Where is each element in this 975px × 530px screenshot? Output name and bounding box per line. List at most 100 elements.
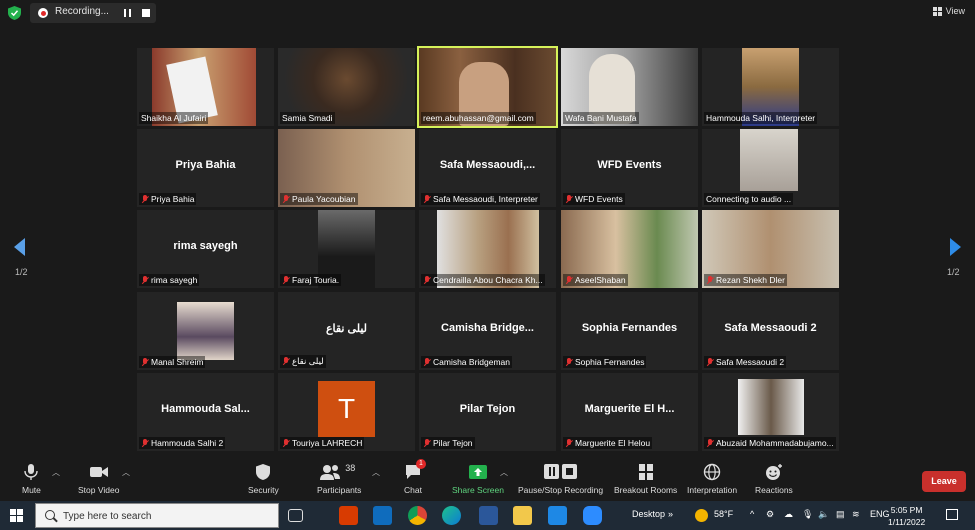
video-tile[interactable]: Manal Shreim <box>137 292 274 370</box>
muted-mic-icon <box>282 275 290 285</box>
outlook-app-icon[interactable] <box>373 506 392 525</box>
active-speaker-tile[interactable]: reem.abuhassan@gmail.com <box>417 46 558 128</box>
video-tile[interactable]: Faraj Touria. <box>278 210 415 288</box>
video-tile[interactable]: Pilar Tejon Pilar Tejon <box>419 373 556 451</box>
interpretation-button[interactable]: Interpretation <box>687 463 737 495</box>
emoji-smile-icon <box>765 464 782 480</box>
clock-date: 1/11/2022 <box>888 517 926 527</box>
participant-center-name: Priya Bahia <box>175 159 236 171</box>
next-page-arrow-icon[interactable] <box>950 238 961 256</box>
security-button[interactable]: Security <box>248 463 279 495</box>
pause-recording-icon[interactable] <box>124 9 131 17</box>
zoom-app-icon[interactable] <box>583 506 602 525</box>
video-tile[interactable]: Cendrailla Abou Chacra Kh... <box>419 210 556 288</box>
video-tile[interactable]: Priya Bahia Priya Bahia <box>137 129 274 207</box>
video-tile[interactable]: ليلى نقاع ليلى نقاع <box>278 292 415 370</box>
share-screen-button[interactable]: Share Screen <box>452 463 504 495</box>
weather-temperature[interactable]: 58°F <box>714 509 733 519</box>
video-tile[interactable]: Safa Messaoudi,... Safa Messaoudi, Inter… <box>419 129 556 207</box>
video-tile[interactable]: AseelShaban <box>561 210 698 288</box>
security-shield-icon[interactable] <box>8 6 21 20</box>
participant-name: reem.abuhassan@gmail.com <box>421 112 536 124</box>
video-tile[interactable]: Connecting to audio ... <box>702 129 839 207</box>
video-tile[interactable]: Sophia Fernandes Sophia Fernandes <box>561 292 698 370</box>
stop-video-button[interactable]: Stop Video <box>78 463 119 495</box>
taskbar-clock[interactable]: 5:05 PM 1/11/2022 <box>888 504 925 528</box>
video-tile[interactable]: Safa Messaoudi 2 Safa Messaoudi 2 <box>702 292 839 370</box>
video-tile[interactable]: Marguerite El H... Marguerite El Helou <box>561 373 698 451</box>
muted-mic-icon <box>423 275 431 285</box>
search-placeholder: Type here to search <box>63 511 152 522</box>
wifi-icon[interactable]: ≋ <box>852 509 860 520</box>
video-tile[interactable]: Hammouda Salhi, Interpreter <box>702 48 839 126</box>
reactions-button[interactable]: Reactions <box>755 463 793 495</box>
recording-indicator: Recording... <box>30 3 156 23</box>
participants-chevron-icon[interactable]: ︿ <box>372 467 380 478</box>
desktop-toolbar-label[interactable]: Desktop <box>632 509 665 519</box>
mail-app-icon[interactable] <box>548 506 567 525</box>
video-tile[interactable]: Wafa Bani Mustafa <box>561 48 698 126</box>
participant-name: Rezan Shekh Dler <box>704 274 787 286</box>
video-tile[interactable]: Shaikha Al Jufairi <box>137 48 274 126</box>
muted-mic-icon <box>706 357 714 367</box>
word-app-icon[interactable] <box>479 506 498 525</box>
participant-name: WFD Events <box>563 193 625 205</box>
clock-time: 5:05 PM <box>890 505 923 515</box>
participants-count: 38 <box>345 463 356 473</box>
tray-overflow-chevron-icon[interactable]: ^ <box>750 509 754 519</box>
muted-mic-icon <box>423 194 431 204</box>
video-tile[interactable]: Camisha Bridge... Camisha Bridgeman <box>419 292 556 370</box>
pause-stop-recording-button[interactable]: Pause/Stop Recording <box>518 463 603 495</box>
office-app-icon[interactable] <box>339 506 358 525</box>
edge-app-icon[interactable] <box>442 506 461 525</box>
participant-name: Priya Bahia <box>139 193 197 205</box>
file-explorer-icon[interactable] <box>513 506 532 525</box>
taskbar-search-box[interactable]: Type here to search <box>35 503 279 528</box>
tray-cloud-icon[interactable]: ☁ <box>784 509 793 520</box>
participants-button[interactable]: 38 Participants <box>317 463 361 495</box>
notifications-icon[interactable] <box>946 509 958 520</box>
network-icon[interactable]: ▤ <box>836 509 845 520</box>
muted-mic-icon <box>282 194 290 204</box>
chrome-app-icon[interactable] <box>408 506 427 525</box>
participant-center-name: rima sayegh <box>173 240 238 252</box>
audio-options-chevron-icon[interactable]: ︿ <box>52 467 60 478</box>
video-options-chevron-icon[interactable]: ︿ <box>122 467 130 478</box>
muted-mic-icon <box>565 275 573 285</box>
mute-button[interactable]: Mute <box>22 463 41 495</box>
participant-center-name: Hammouda Sal... <box>161 403 250 415</box>
previous-page-arrow-icon[interactable] <box>14 238 25 256</box>
breakout-rooms-button[interactable]: Breakout Rooms <box>614 463 677 495</box>
participant-center-name: WFD Events <box>597 159 662 171</box>
stop-recording-icon[interactable] <box>142 9 150 17</box>
windows-start-icon[interactable] <box>10 509 23 522</box>
video-tile[interactable]: Hammouda Sal... Hammouda Salhi 2 <box>137 373 274 451</box>
weather-sun-icon[interactable] <box>695 509 708 522</box>
participants-icon <box>320 465 341 480</box>
view-button[interactable]: View <box>932 6 965 16</box>
video-tile[interactable]: Samia Smadi <box>278 48 415 126</box>
share-options-chevron-icon[interactable]: ︿ <box>500 467 508 478</box>
chat-button[interactable]: 1 Chat <box>404 459 426 495</box>
chat-badge: 1 <box>416 459 426 469</box>
video-tile[interactable]: Abuzaid Mohammadabujamo... <box>702 373 839 451</box>
video-tile[interactable]: Rezan Shekh Dler <box>702 210 839 288</box>
video-tile[interactable]: T Touriya LAHRECH <box>278 373 415 451</box>
task-view-icon[interactable] <box>288 509 303 522</box>
desktop-chevron-icon[interactable]: » <box>668 509 673 519</box>
participant-name: AseelShaban <box>563 274 628 286</box>
participant-name: Shaikha Al Jufairi <box>139 112 209 124</box>
volume-icon[interactable]: 🔈 <box>818 509 829 520</box>
video-tile[interactable]: Paula Yacoubian <box>278 129 415 207</box>
language-indicator[interactable]: ENG <box>870 509 890 519</box>
search-icon <box>45 510 55 520</box>
tray-microphone-icon[interactable]: 🎙 <box>802 509 813 520</box>
participant-name: Faraj Touria. <box>280 274 342 286</box>
leave-button[interactable]: Leave <box>922 471 966 492</box>
muted-mic-icon <box>141 275 149 285</box>
video-tile[interactable]: WFD Events WFD Events <box>561 129 698 207</box>
tray-app-icon[interactable]: ⚙ <box>766 509 774 520</box>
shield-icon <box>256 464 271 480</box>
participant-name: ليلى نقاع <box>280 355 326 368</box>
video-tile[interactable]: rima sayegh rima sayegh <box>137 210 274 288</box>
